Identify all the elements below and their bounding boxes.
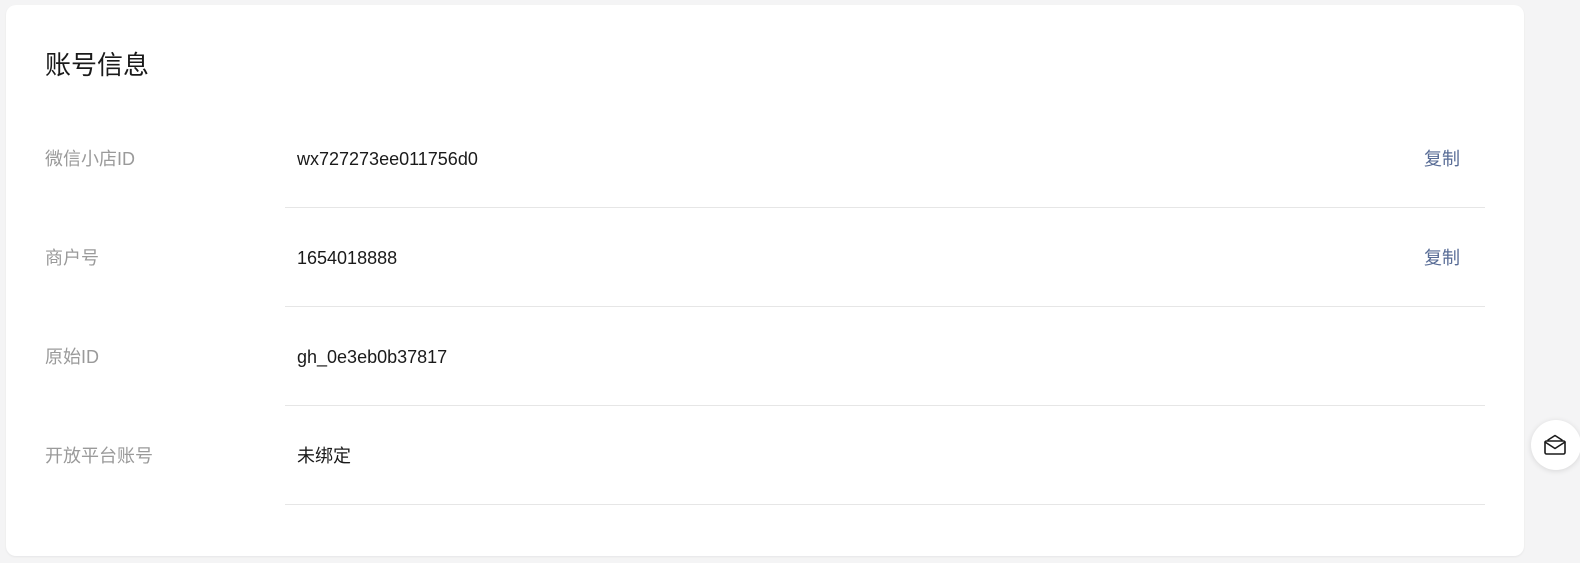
open-platform-value: 未绑定 <box>297 446 351 466</box>
merchant-id-label: 商户号 <box>45 248 99 268</box>
row-divider <box>285 504 1485 505</box>
info-row-shop-id: 微信小店ID wx727273ee011756d0 复制 <box>6 109 1524 208</box>
message-float-button[interactable] <box>1531 420 1580 470</box>
open-platform-label: 开放平台账号 <box>45 446 153 466</box>
account-info-card: 账号信息 微信小店ID wx727273ee011756d0 复制 商户号 16… <box>6 5 1524 556</box>
original-id-label: 原始ID <box>45 347 99 367</box>
original-id-value: gh_0e3eb0b37817 <box>297 347 448 367</box>
copy-shop-id-button[interactable]: 复制 <box>1424 147 1460 171</box>
merchant-id-value: 1654018888 <box>297 248 398 268</box>
info-row-open-platform: 开放平台账号 未绑定 <box>6 406 1524 505</box>
info-list: 微信小店ID wx727273ee011756d0 复制 商户号 1654018… <box>6 109 1524 505</box>
page-title: 账号信息 <box>45 50 150 80</box>
shop-id-label: 微信小店ID <box>45 149 135 169</box>
envelope-icon <box>1544 434 1566 455</box>
info-row-original-id: 原始ID gh_0e3eb0b37817 <box>6 307 1524 406</box>
copy-merchant-id-button[interactable]: 复制 <box>1424 246 1460 270</box>
shop-id-value: wx727273ee011756d0 <box>297 149 478 169</box>
info-row-merchant-id: 商户号 1654018888 复制 <box>6 208 1524 307</box>
